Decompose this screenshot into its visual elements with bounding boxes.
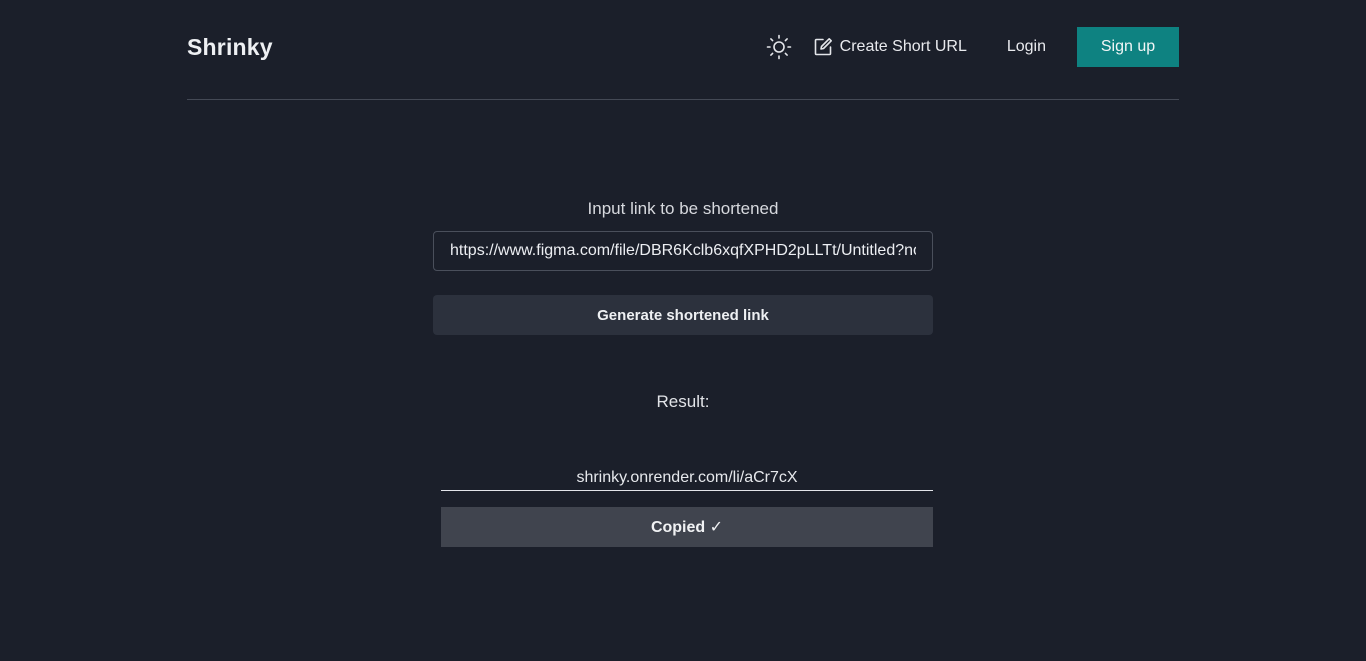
sun-icon — [766, 34, 791, 60]
brand-logo[interactable]: Shrinky — [187, 34, 273, 61]
page: Shrinky Create Short URL Login Sign up I… — [0, 0, 1366, 661]
create-short-url-link[interactable]: Create Short URL — [812, 36, 967, 58]
signup-button[interactable]: Sign up — [1077, 27, 1179, 67]
top-nav: Create Short URL Login Sign up — [764, 27, 1179, 67]
theme-toggle-button[interactable] — [764, 32, 794, 62]
short-link-output[interactable]: shrinky.onrender.com/li/aCr7cX — [441, 466, 933, 491]
url-input[interactable] — [433, 231, 933, 271]
input-label: Input link to be shortened — [587, 199, 779, 218]
create-short-url-label: Create Short URL — [839, 38, 967, 55]
result-label: Result: — [656, 392, 710, 411]
generate-shortened-link-button[interactable]: Generate shortened link — [433, 295, 933, 335]
top-header: Shrinky Create Short URL Login Sign up — [187, 0, 1179, 100]
shorten-form: Input link to be shortened Generate shor… — [433, 195, 933, 335]
edit-icon — [812, 36, 834, 58]
login-link[interactable]: Login — [1007, 38, 1046, 56]
copy-button[interactable]: Copied ✓ — [441, 507, 933, 547]
